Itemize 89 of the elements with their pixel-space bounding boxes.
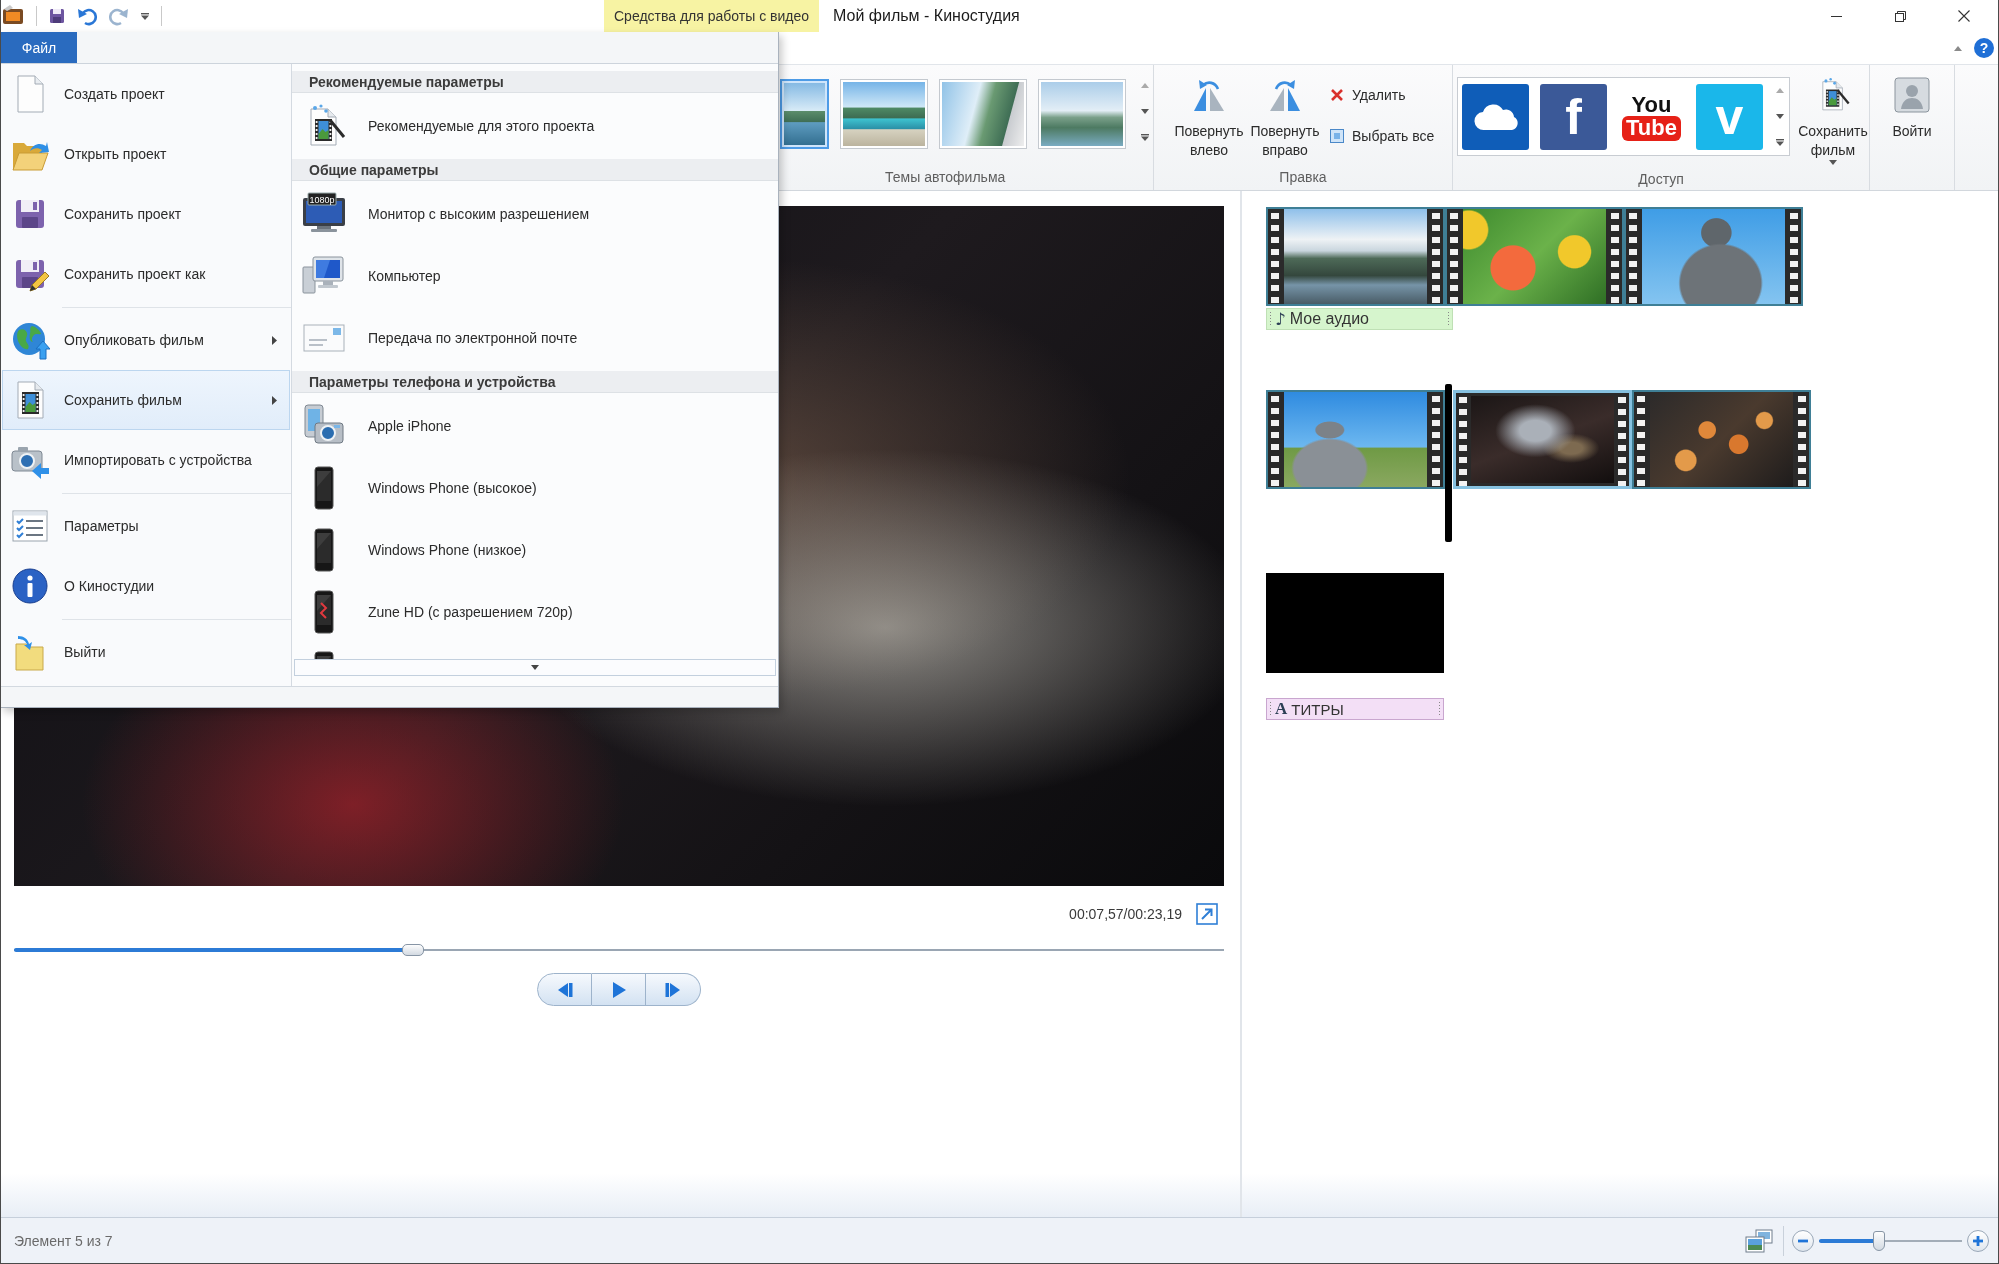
- film-clip[interactable]: [1624, 207, 1803, 306]
- menu-item[interactable]: Параметры: [2, 496, 290, 556]
- info-icon: [10, 566, 50, 606]
- close-icon: [1958, 10, 1970, 22]
- seek-slider[interactable]: [14, 943, 1224, 957]
- cloud-share-button[interactable]: [1462, 84, 1529, 150]
- caret-down-icon: [1829, 160, 1837, 165]
- step-forward-icon: [664, 982, 682, 997]
- rotate-right-icon: [1267, 77, 1303, 113]
- zoom-out-button[interactable]: [1792, 1229, 1814, 1252]
- theme-thumbnail[interactable]: [780, 79, 829, 149]
- seek-thumb[interactable]: [402, 944, 425, 956]
- previous-frame-button[interactable]: [537, 973, 592, 1006]
- menu-item[interactable]: Рекомендуемые для этого проекта: [292, 95, 778, 157]
- film-clip[interactable]: [1445, 207, 1624, 306]
- status-text: Элемент 5 из 7: [14, 1232, 113, 1249]
- letter-share-button[interactable]: f: [1540, 84, 1607, 150]
- music-note-icon: ♪: [1275, 309, 1286, 329]
- thumbnail-size-icon[interactable]: [1745, 1228, 1773, 1253]
- play-button[interactable]: [592, 973, 646, 1006]
- globe-icon: [10, 320, 50, 360]
- menu-item[interactable]: Windows Phone (низкое): [292, 519, 778, 581]
- save-icon[interactable]: [49, 8, 65, 24]
- rotate-left-icon: [1191, 77, 1227, 113]
- menu-item[interactable]: О Киностудии: [2, 556, 290, 616]
- zoom-slider[interactable]: [1819, 1230, 1962, 1251]
- film-clip[interactable]: [1266, 207, 1445, 306]
- resolution-label: 1080p: [309, 194, 335, 205]
- app-icon[interactable]: [2, 5, 24, 27]
- blank-clip[interactable]: [1266, 573, 1444, 673]
- menu-item[interactable]: Создать проект: [2, 64, 290, 124]
- rotate-left-button[interactable]: Повернуть влево: [1171, 77, 1247, 160]
- window-title: Мой фильм - Киностудия: [833, 7, 1020, 25]
- film-clip[interactable]: [1266, 390, 1445, 489]
- menu-item[interactable]: Сохранить проект как: [2, 244, 290, 304]
- sign-in-button[interactable]: Войти: [1874, 77, 1950, 141]
- more-icon[interactable]: [141, 12, 149, 20]
- menu-item[interactable]: 1080p Монитор с высоким разрешением: [292, 183, 778, 245]
- play-icon: [611, 981, 626, 998]
- caret-up-icon[interactable]: [1954, 45, 1962, 51]
- section-heading: Общие параметры: [292, 159, 778, 181]
- select-all-button[interactable]: Выбрать все: [1327, 124, 1437, 148]
- zoom-in-button[interactable]: [1967, 1229, 1989, 1252]
- menu-item[interactable]: Windows Phone (высокое): [292, 457, 778, 519]
- file-tab[interactable]: Файл: [1, 32, 77, 63]
- undo-icon[interactable]: [77, 6, 97, 26]
- caret-down-icon: [531, 665, 539, 670]
- section-heading: Параметры телефона и устройства: [292, 371, 778, 393]
- menu-item[interactable]: Опубликовать фильм: [2, 310, 290, 370]
- caret-down-icon[interactable]: [1775, 113, 1784, 119]
- cloud-icon: [1473, 103, 1518, 131]
- zoom-thumb[interactable]: [1873, 1230, 1886, 1251]
- theme-thumbnail[interactable]: [1038, 79, 1126, 149]
- film-clip[interactable]: [1632, 390, 1811, 489]
- menu-item[interactable]: Выйти: [2, 622, 290, 682]
- time-display: 00:07,57/00:23,19: [1069, 906, 1182, 922]
- group-label: Доступ: [1637, 170, 1685, 189]
- menu-item[interactable]: Компьютер: [292, 245, 778, 307]
- theme-thumbnail[interactable]: [840, 79, 928, 149]
- caret-down-icon[interactable]: [1141, 108, 1149, 114]
- menu-item[interactable]: Открыть проект: [2, 124, 290, 184]
- title-caption[interactable]: A ТИТРЫ: [1266, 698, 1444, 720]
- plus-icon: [1973, 1235, 1983, 1246]
- help-button[interactable]: ?: [1974, 38, 1994, 58]
- menu-item[interactable]: Apple iPhone: [292, 395, 778, 457]
- letter-icon: A: [1275, 699, 1288, 719]
- save-movie-button[interactable]: Сохранить фильм: [1796, 77, 1870, 165]
- restore-icon: [1894, 10, 1906, 22]
- expand-icon[interactable]: [1196, 903, 1218, 925]
- group-label: Правка: [1278, 167, 1328, 187]
- menu-item[interactable]: Сохранить проект: [2, 184, 290, 244]
- audio-caption[interactable]: ♪ Мое аудио: [1266, 308, 1453, 330]
- select-all-icon: [1329, 128, 1345, 144]
- group-label: Темы автофильма: [884, 167, 1007, 187]
- more-icon[interactable]: [1775, 139, 1784, 146]
- rotate-right-button[interactable]: Повернуть вправо: [1247, 77, 1323, 160]
- theme-thumbnail[interactable]: [939, 79, 1027, 149]
- menu-item[interactable]: Импортировать с устройства: [2, 430, 290, 490]
- menu-item[interactable]: Сохранить фильм: [2, 370, 290, 430]
- film-clip[interactable]: [1453, 390, 1632, 489]
- next-frame-button[interactable]: [646, 973, 701, 1006]
- tools-context-label: Средства для работы с видео: [604, 0, 820, 32]
- menu-item[interactable]: Передача по электронной почте: [292, 307, 778, 369]
- delete-button[interactable]: Удалить: [1327, 83, 1437, 107]
- more-icon[interactable]: [1141, 134, 1149, 141]
- menu-item[interactable]: Zune HD (с разрешением 720p): [292, 581, 778, 643]
- section-heading: Рекомендуемые параметры: [292, 71, 778, 93]
- user-icon: [1894, 77, 1930, 113]
- cross-icon: [1329, 87, 1345, 103]
